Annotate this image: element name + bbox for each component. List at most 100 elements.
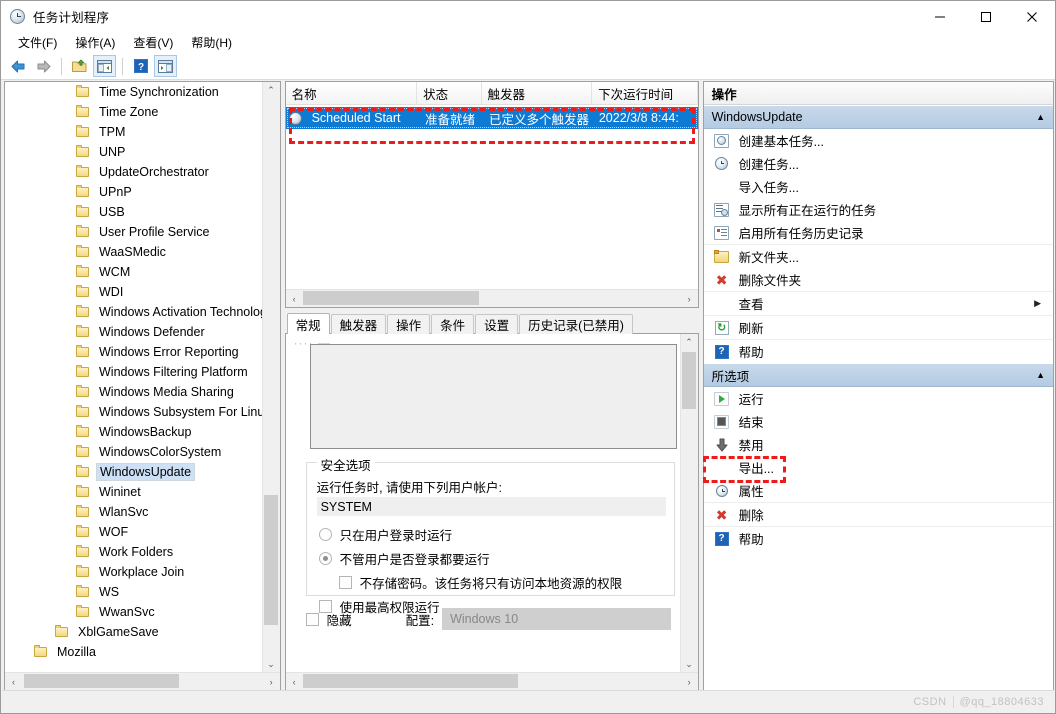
action-delete[interactable]: ✖ 删除 (703, 502, 1053, 526)
detail-horizontal-scrollbar[interactable]: ‹ › (285, 672, 698, 690)
maximize-button[interactable] (963, 1, 1009, 32)
detail-scroll-thumb[interactable] (681, 352, 696, 409)
detail-scroll-down-icon[interactable]: ⌄ (681, 656, 698, 673)
tab-4[interactable]: 设置 (475, 314, 519, 334)
task-row[interactable]: Scheduled Start 准备就绪 已定义多个触发器 2022/3/8 8:44… (285, 107, 698, 129)
tree-item[interactable]: UPnP (5, 182, 263, 202)
tree-item[interactable]: WlanSvc (5, 502, 263, 522)
tree-item[interactable]: Windows Media Sharing (5, 382, 263, 402)
radio-run-whether-logged-on[interactable]: 不管用户是否登录都要运行 (318, 549, 490, 568)
menu-action[interactable]: 操作(A) (66, 32, 124, 54)
tree-item[interactable]: Wininet (5, 482, 263, 502)
tree-item[interactable]: XblGameSave (5, 622, 263, 642)
tab-2[interactable]: 操作 (387, 314, 431, 334)
detail-vertical-scrollbar[interactable]: ⌃ ⌄ (679, 334, 698, 673)
show-hide-action-pane-icon[interactable] (154, 55, 177, 77)
task-list-horizontal-scrollbar[interactable]: ‹ › (285, 289, 698, 307)
tree-item[interactable]: Mozilla (5, 642, 263, 657)
radio-only-when-logged-on-control[interactable] (318, 528, 332, 541)
tree-horizontal-scrollbar[interactable]: ‹ › (5, 672, 280, 690)
task-list-scroll-left-icon[interactable]: ‹ (286, 294, 303, 304)
tree-item[interactable]: WwanSvc (5, 602, 263, 622)
tree-item[interactable]: UpdateOrchestrator (5, 162, 263, 182)
action-properties[interactable]: 属性 (704, 479, 1053, 502)
tree-item[interactable]: WCM (5, 262, 263, 282)
task-list-column-header[interactable]: 名称 (286, 82, 418, 104)
action-end[interactable]: 结束 (704, 410, 1053, 433)
action-help-selected[interactable]: ? 帮助 (703, 526, 1053, 550)
close-button[interactable] (1009, 1, 1055, 32)
detail-hscroll-thumb[interactable] (302, 674, 518, 688)
tree-scroll-left-icon[interactable]: ‹ (5, 677, 22, 687)
action-refresh[interactable]: ↻ 刷新 (703, 315, 1053, 339)
help-icon[interactable]: ? (129, 55, 152, 77)
tree-item[interactable]: Time Synchronization (5, 82, 263, 102)
tree-item[interactable]: TPM (5, 122, 263, 142)
radio-only-when-logged-on[interactable]: 只在用户登录时运行 (318, 525, 452, 544)
collapse-chevron-up-icon[interactable]: ▲ (1036, 112, 1045, 122)
task-list-column-header[interactable]: 状态 (417, 82, 482, 104)
task-list-column-header[interactable]: 触发器 (482, 82, 593, 104)
tab-3[interactable]: 条件 (431, 314, 475, 334)
tree-hscroll-thumb[interactable] (24, 674, 179, 688)
forward-icon[interactable] (32, 55, 55, 77)
action-run[interactable]: 运行 (704, 387, 1053, 410)
collapse-chevron-up-icon[interactable]: ▲ (1036, 370, 1045, 380)
detail-hscroll-track[interactable] (302, 673, 681, 690)
task-list-scroll-right-icon[interactable]: › (681, 294, 698, 304)
tree-item[interactable]: Windows Error Reporting (5, 342, 263, 362)
tree-item[interactable]: Windows Activation Technologies (5, 302, 263, 322)
action-import-task[interactable]: 导入任务... (704, 175, 1053, 198)
tree-item[interactable]: USB (5, 202, 263, 222)
action-help[interactable]: ? 帮助 (703, 339, 1053, 363)
tree-scroll-thumb[interactable] (263, 495, 278, 625)
tree-item[interactable]: WOF (5, 522, 263, 542)
tree-item[interactable]: Time Zone (5, 102, 263, 122)
actions-section-header-windowsupdate-section[interactable]: WindowsUpdate ▲ (703, 105, 1053, 129)
tree-item[interactable]: Windows Defender (5, 322, 263, 342)
menu-view[interactable]: 查看(V) (124, 32, 182, 54)
detail-scroll-right-icon[interactable]: › (681, 677, 698, 687)
action-display-running-tasks[interactable]: 显示所有正在运行的任务 (704, 198, 1053, 221)
tree-vertical-scrollbar[interactable]: ⌃ ⌄ (261, 82, 280, 673)
radio-run-whether-logged-on-control[interactable] (318, 552, 332, 565)
up-folder-icon[interactable] (68, 55, 91, 77)
checkbox-do-not-store-password[interactable]: 不存储密码。该任务将只有访问本地资源的权限 (338, 573, 622, 592)
tree-item[interactable]: WindowsColorSystem (5, 442, 263, 462)
tab-5[interactable]: 历史记录(已禁用) (519, 314, 633, 334)
tree-item[interactable]: WindowsUpdate (5, 462, 263, 482)
menu-file[interactable]: 文件(F) (9, 32, 66, 54)
menu-help[interactable]: 帮助(H) (182, 32, 241, 54)
tree-item[interactable]: Windows Subsystem For Linux (5, 402, 263, 422)
action-disable[interactable]: 禁用 (704, 433, 1053, 456)
tree-item[interactable]: Windows Filtering Platform (5, 362, 263, 382)
action-create-basic-task[interactable]: 创建基本任务... (704, 129, 1053, 152)
tab-1[interactable]: 触发器 (330, 314, 387, 334)
tree-item[interactable]: Work Folders (5, 542, 263, 562)
task-list-hscroll-thumb[interactable] (302, 291, 479, 305)
checkbox-do-not-store-password-control[interactable] (338, 576, 352, 589)
tree-item[interactable]: WS (5, 582, 263, 602)
tree-scroll-up-icon[interactable]: ⌃ (263, 82, 280, 99)
action-new-folder[interactable]: 新文件夹... (703, 244, 1053, 268)
tree-item[interactable]: WDI (5, 282, 263, 302)
tree-scroll-down-icon[interactable]: ⌄ (263, 656, 280, 673)
submenu-arrow-icon[interactable]: ▶ (1034, 298, 1041, 309)
tree-item[interactable]: WindowsBackup (5, 422, 263, 442)
tree-hscroll-track[interactable] (22, 673, 263, 690)
action-export[interactable]: 导出... (704, 456, 1053, 479)
minimize-button[interactable] (917, 1, 963, 32)
task-list-hscroll-track[interactable] (302, 290, 681, 307)
action-view[interactable]: 查看 ▶ (703, 291, 1053, 315)
show-hide-console-tree-icon[interactable] (93, 55, 116, 77)
tree-item[interactable]: WaaSMedic (5, 242, 263, 262)
detail-scroll-up-icon[interactable]: ⌃ (681, 334, 698, 351)
tree-item[interactable]: User Profile Service (5, 222, 263, 242)
action-enable-all-history[interactable]: 启用所有任务历史记录 (704, 221, 1053, 244)
back-icon[interactable] (7, 55, 30, 77)
detail-scroll-left-icon[interactable]: ‹ (286, 677, 303, 687)
tree-item[interactable]: Workplace Join (5, 562, 263, 582)
action-create-task[interactable]: 创建任务... (704, 152, 1053, 175)
actions-section-header-selected-item-section[interactable]: 所选项 ▲ (703, 363, 1053, 387)
tree-item[interactable]: UNP (5, 142, 263, 162)
